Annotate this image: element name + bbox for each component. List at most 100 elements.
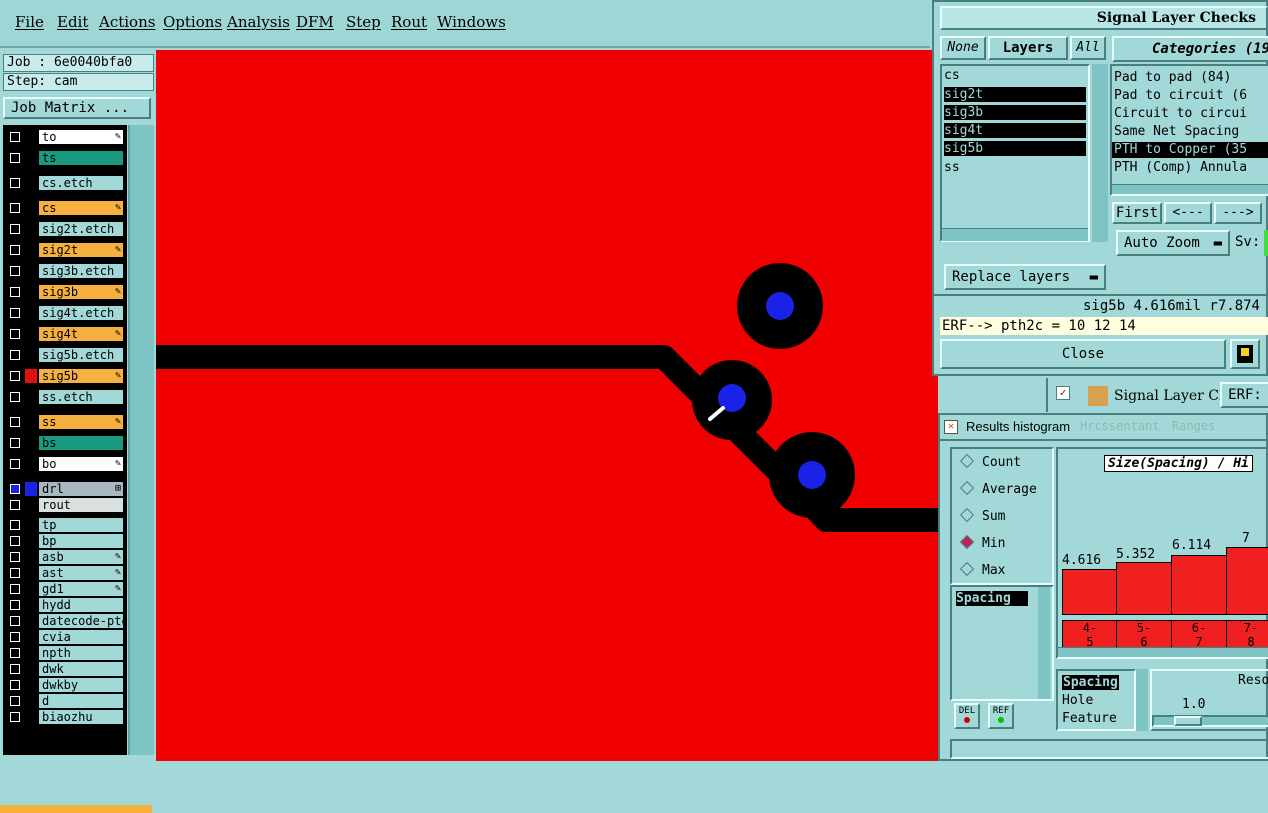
layer-checkbox[interactable]	[10, 600, 20, 610]
menu-windows[interactable]: Windows	[437, 13, 506, 31]
option-max[interactable]: Max	[959, 561, 1005, 578]
layer-row-npth[interactable]: npth	[3, 645, 127, 661]
layer-color-swatch[interactable]	[25, 390, 37, 404]
job-matrix-button[interactable]: Job Matrix ...	[3, 97, 151, 119]
layer-checkbox[interactable]	[10, 520, 20, 530]
layer-name[interactable]: sig4t.etch	[39, 306, 123, 320]
layer-row-hydd[interactable]: hydd	[3, 597, 127, 613]
layer-color-swatch[interactable]	[25, 678, 37, 692]
layer-color-swatch[interactable]	[25, 598, 37, 612]
layer-color-swatch[interactable]	[25, 614, 37, 628]
layer-checkbox[interactable]	[10, 680, 20, 690]
layer-name[interactable]: ast ✎	[39, 566, 123, 580]
layer-checkbox[interactable]	[10, 459, 20, 469]
layer-checkbox[interactable]	[10, 552, 20, 562]
layer-item-sig3b[interactable]: sig3b	[944, 105, 1086, 120]
layer-item-ss[interactable]: ss	[944, 160, 960, 175]
histogram-item-list[interactable]: Spacing	[950, 585, 1054, 701]
layer-item-sig2t[interactable]: sig2t	[944, 87, 1086, 102]
task-label[interactable]: Signal Layer Ch	[1114, 388, 1228, 404]
close-icon[interactable]: ✕	[944, 420, 958, 434]
layer-checkbox[interactable]	[10, 536, 20, 546]
layer-row-drl[interactable]: drl ⊞	[3, 481, 127, 497]
tab-layers[interactable]: Layers	[988, 36, 1068, 60]
layer-item-cs[interactable]: cs	[944, 68, 960, 83]
layer-color-swatch[interactable]	[25, 130, 37, 144]
layer-name[interactable]: bo ✎	[39, 457, 123, 471]
menu-analysis[interactable]: Analysis	[227, 13, 290, 31]
layer-color-swatch[interactable]	[25, 694, 37, 708]
layer-color-swatch[interactable]	[25, 566, 37, 580]
layer-checkbox[interactable]	[10, 287, 20, 297]
help-icon[interactable]	[1230, 339, 1260, 369]
layer-color-swatch[interactable]	[25, 415, 37, 429]
layer-row-bo[interactable]: bo ✎	[3, 456, 127, 472]
layer-name[interactable]: bs	[39, 436, 123, 450]
layer-checkbox[interactable]	[10, 329, 20, 339]
layer-name[interactable]: sig2t.etch	[39, 222, 123, 236]
layer-checkbox[interactable]	[10, 371, 20, 381]
layer-color-swatch[interactable]	[25, 646, 37, 660]
histogram-bar[interactable]	[1226, 547, 1268, 615]
category-list-hscroll[interactable]	[1112, 184, 1268, 194]
prev-button[interactable]: <---	[1164, 202, 1212, 224]
layer-checkbox[interactable]	[10, 696, 20, 706]
type-item-feature[interactable]: Feature	[1062, 711, 1117, 726]
close-button[interactable]: Close	[940, 339, 1226, 369]
layer-row-sig4t.etch[interactable]: sig4t.etch	[3, 305, 127, 321]
layer-color-swatch[interactable]	[25, 327, 37, 341]
layer-row-asb[interactable]: asb ✎	[3, 549, 127, 565]
layer-checkbox[interactable]	[10, 632, 20, 642]
layer-checkbox[interactable]	[10, 417, 20, 427]
layer-color-swatch[interactable]	[25, 243, 37, 257]
layer-row-biaozhu[interactable]: biaozhu	[3, 709, 127, 725]
layer-name[interactable]: sig5b.etch	[39, 348, 123, 362]
layer-row-sig5b[interactable]: sig5b ✎	[3, 368, 127, 384]
menu-dfm[interactable]: DFM	[296, 13, 334, 31]
layer-color-swatch[interactable]	[25, 176, 37, 190]
layer-name[interactable]: tp	[39, 518, 123, 532]
layer-name[interactable]: asb ✎	[39, 550, 123, 564]
layer-color-swatch[interactable]	[25, 369, 37, 383]
layer-name[interactable]: sig2t ✎	[39, 243, 123, 257]
category-list[interactable]: Pad to pad (84) Pad to circuit (6 Circui…	[1110, 64, 1268, 196]
menu-edit[interactable]: Edit	[57, 13, 88, 31]
layer-checkbox[interactable]	[10, 203, 20, 213]
histogram-type-list[interactable]: Spacing Hole Feature	[1056, 669, 1136, 731]
erf-button[interactable]: ERF:	[1220, 382, 1268, 408]
option-average[interactable]: Average	[959, 480, 1037, 497]
layer-checkbox[interactable]	[10, 245, 20, 255]
layer-checkbox[interactable]	[10, 153, 20, 163]
layer-name[interactable]: ss.etch	[39, 390, 123, 404]
menu-step[interactable]: Step	[346, 13, 381, 31]
chart-hscroll[interactable]	[1058, 647, 1268, 657]
layer-checkbox[interactable]	[10, 392, 20, 402]
reso-slider[interactable]	[1152, 715, 1268, 727]
layer-color-swatch[interactable]	[25, 534, 37, 548]
layer-color-swatch[interactable]	[25, 518, 37, 532]
layer-checkbox[interactable]	[10, 266, 20, 276]
layer-row-datecode-pte[interactable]: datecode-pte	[3, 613, 127, 629]
layer-row-ss.etch[interactable]: ss.etch	[3, 389, 127, 405]
layer-name[interactable]: dwk	[39, 662, 123, 676]
layer-name[interactable]: cs ✎	[39, 201, 123, 215]
option-sum[interactable]: Sum	[959, 507, 1005, 524]
layer-color-swatch[interactable]	[25, 201, 37, 215]
layer-row-sig5b.etch[interactable]: sig5b.etch	[3, 347, 127, 363]
layer-checkbox[interactable]	[10, 438, 20, 448]
auto-zoom-dropdown[interactable]: Auto Zoom ▬	[1116, 230, 1230, 256]
layer-color-swatch[interactable]	[25, 151, 37, 165]
layer-name[interactable]: to ✎	[39, 130, 123, 144]
layer-select-list[interactable]: cs sig2t sig3b sig4t sig5b ss	[940, 64, 1090, 242]
layer-row-to[interactable]: to ✎	[3, 129, 127, 145]
next-button[interactable]: --->	[1214, 202, 1262, 224]
menu-file[interactable]: File	[15, 13, 44, 31]
layer-row-dwk[interactable]: dwk	[3, 661, 127, 677]
layer-color-swatch[interactable]	[25, 457, 37, 471]
layer-name[interactable]: sig4t ✎	[39, 327, 123, 341]
check-icon[interactable]: ✓	[1056, 386, 1070, 400]
layer-color-swatch[interactable]	[25, 436, 37, 450]
layer-name[interactable]: rout	[39, 498, 123, 512]
none-button[interactable]: None	[940, 36, 986, 60]
layer-name[interactable]: ss ✎	[39, 415, 123, 429]
